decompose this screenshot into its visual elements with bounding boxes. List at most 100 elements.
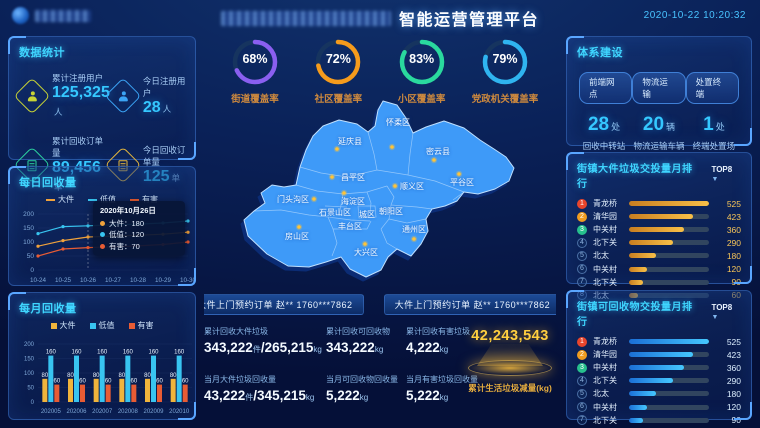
- ranking-bar-track: [629, 378, 709, 383]
- rank-badge: 7: [577, 277, 587, 287]
- ranking-value: 360: [715, 225, 741, 235]
- svg-text:80: 80: [118, 373, 125, 379]
- ranking-bar-track: [629, 339, 709, 344]
- tab-frontend-outlets[interactable]: 前端网点: [579, 72, 632, 104]
- ranking-bar-fill: [629, 405, 647, 410]
- gauge-residential-coverage: 83% 小区覆盖率: [381, 38, 463, 105]
- system-tabs: 前端网点 物流运输 处置终端: [567, 62, 751, 104]
- district-label: 怀柔区: [386, 117, 410, 127]
- legend-item: 大件: [51, 320, 76, 331]
- svg-text:10-27: 10-27: [105, 277, 122, 284]
- summary-label: 累计回收可回收物: [326, 326, 406, 337]
- district-dot: [312, 197, 316, 201]
- ranking-bar-fill: [629, 352, 693, 357]
- tooltip-text: 有害：70: [109, 241, 140, 252]
- stat-text: 累计注册用户125,325人: [52, 72, 110, 121]
- rank-badge: 1: [577, 337, 587, 347]
- svg-text:0: 0: [31, 400, 35, 406]
- stat-unit: 人: [54, 107, 63, 117]
- svg-text:200: 200: [24, 342, 35, 348]
- ranking-name: 中关村: [593, 264, 623, 275]
- district-label: 平谷区: [450, 178, 474, 187]
- stat-label: 今日注册用户: [143, 75, 189, 99]
- tooltip-rows: 大件：180低值：120有害：70: [100, 218, 178, 252]
- rank-badge: 4: [577, 238, 587, 248]
- tooltip-row: 大件：180: [100, 218, 178, 229]
- summary-value: 343,222件/265,215kg: [204, 340, 326, 355]
- tab-disposal-terminal[interactable]: 处置终端: [686, 72, 739, 104]
- stat-unit: 处: [716, 122, 725, 132]
- svg-text:160: 160: [46, 350, 57, 356]
- district-dot: [335, 147, 339, 151]
- district-label: 丰台区: [338, 221, 362, 231]
- gauge-percent: 79%: [478, 52, 532, 66]
- page-title: 智能运营管理平台: [399, 6, 539, 30]
- svg-text:80: 80: [41, 373, 48, 379]
- district-dot: [432, 158, 436, 162]
- today-users-icon: [118, 91, 127, 101]
- top8-dropdown[interactable]: TOP8 ▼: [711, 165, 741, 183]
- panel-ranking-bulky-waste: 街镇大件垃圾交投量月排行 TOP8 ▼ 1青龙桥5252清华园4233中关村36…: [566, 152, 752, 284]
- district-label: 密云县: [426, 146, 450, 156]
- rank-badge: 5: [577, 389, 587, 399]
- ranking-list: 1青龙桥5252清华园4233中关村3604北下关2905北太1806中关村12…: [567, 192, 751, 302]
- ranking-row: 5北太180: [577, 249, 741, 262]
- legend-swatch: [90, 323, 96, 329]
- ranking-bar-fill: [629, 280, 643, 285]
- ranking-row: 3中关村360: [577, 361, 741, 374]
- tooltip-dot: [100, 244, 105, 249]
- rank-badge: 2: [577, 350, 587, 360]
- svg-text:202009: 202009: [143, 409, 164, 415]
- ranking-row: 7北下关90: [577, 414, 741, 427]
- summary-label: 累计回收大件垃圾: [204, 326, 326, 337]
- ranking-row: 3中关村360: [577, 223, 741, 236]
- ranking-bar-track: [629, 227, 709, 232]
- ranking-value: 290: [715, 376, 741, 386]
- ranking-name: 清华园: [593, 349, 623, 360]
- panel-title: 体系建设: [567, 37, 751, 62]
- panel-title: 每日回收量: [9, 167, 195, 192]
- stat-badge: [104, 78, 141, 115]
- legend-item: 低值: [90, 320, 115, 331]
- svg-text:150: 150: [23, 225, 34, 232]
- district-dot: [390, 145, 394, 149]
- svg-text:50: 50: [27, 386, 34, 392]
- ranking-row: 1青龙桥525: [577, 335, 741, 348]
- panel-title: 数据统计: [9, 37, 195, 62]
- ranking-bar-track: [629, 352, 709, 357]
- stat-value: 125,325人: [52, 84, 110, 121]
- ranking-bar-track: [629, 391, 709, 396]
- ranking-value: 180: [715, 251, 741, 261]
- summary-v1: 343,222: [204, 340, 253, 355]
- svg-text:60: 60: [53, 379, 60, 385]
- panel-system-construction: 体系建设 前端网点 物流运输 处置终端 28处 回收中转站 20辆 物流运输车辆…: [566, 36, 752, 146]
- summary-v1: 343,222: [326, 340, 375, 355]
- ranking-name: 北太: [593, 250, 623, 261]
- ranking-name: 北太: [593, 388, 623, 399]
- recycling-summary: 累计回收大件垃圾 343,222件/265,215kg累计回收可回收物 343,22…: [204, 326, 556, 422]
- summary-v2: /265,215: [261, 340, 314, 355]
- district-label: 海淀区: [341, 196, 365, 206]
- svg-text:80: 80: [144, 373, 151, 379]
- ranking-bar-fill: [629, 339, 709, 344]
- tab-logistics[interactable]: 物流运输: [632, 72, 685, 104]
- svg-text:160: 160: [97, 350, 108, 356]
- district-label: 石景山区: [319, 207, 351, 217]
- svg-text:10-29: 10-29: [155, 277, 172, 284]
- top8-dropdown[interactable]: TOP8 ▼: [711, 303, 741, 321]
- summary-u1: kg: [440, 345, 448, 354]
- tooltip-text: 大件：180: [109, 218, 144, 229]
- gauge-ring: 79%: [478, 38, 532, 88]
- district-label: 城区: [359, 210, 375, 219]
- ranking-row: 6中关村120: [577, 262, 741, 275]
- svg-text:60: 60: [79, 379, 86, 385]
- ranking-bar-fill: [629, 378, 673, 383]
- ranking-value: 423: [715, 350, 741, 360]
- ranking-value: 360: [715, 363, 741, 373]
- gauge-percent: 83%: [395, 52, 449, 66]
- ranking-name: 青龙桥: [593, 198, 623, 209]
- stat-label: 物流运输车辆: [632, 140, 686, 152]
- panel-title: 街镇可回收物交投量月排行: [567, 291, 711, 330]
- summary-v1: 43,222: [204, 388, 245, 403]
- tooltip-dot: [100, 221, 105, 226]
